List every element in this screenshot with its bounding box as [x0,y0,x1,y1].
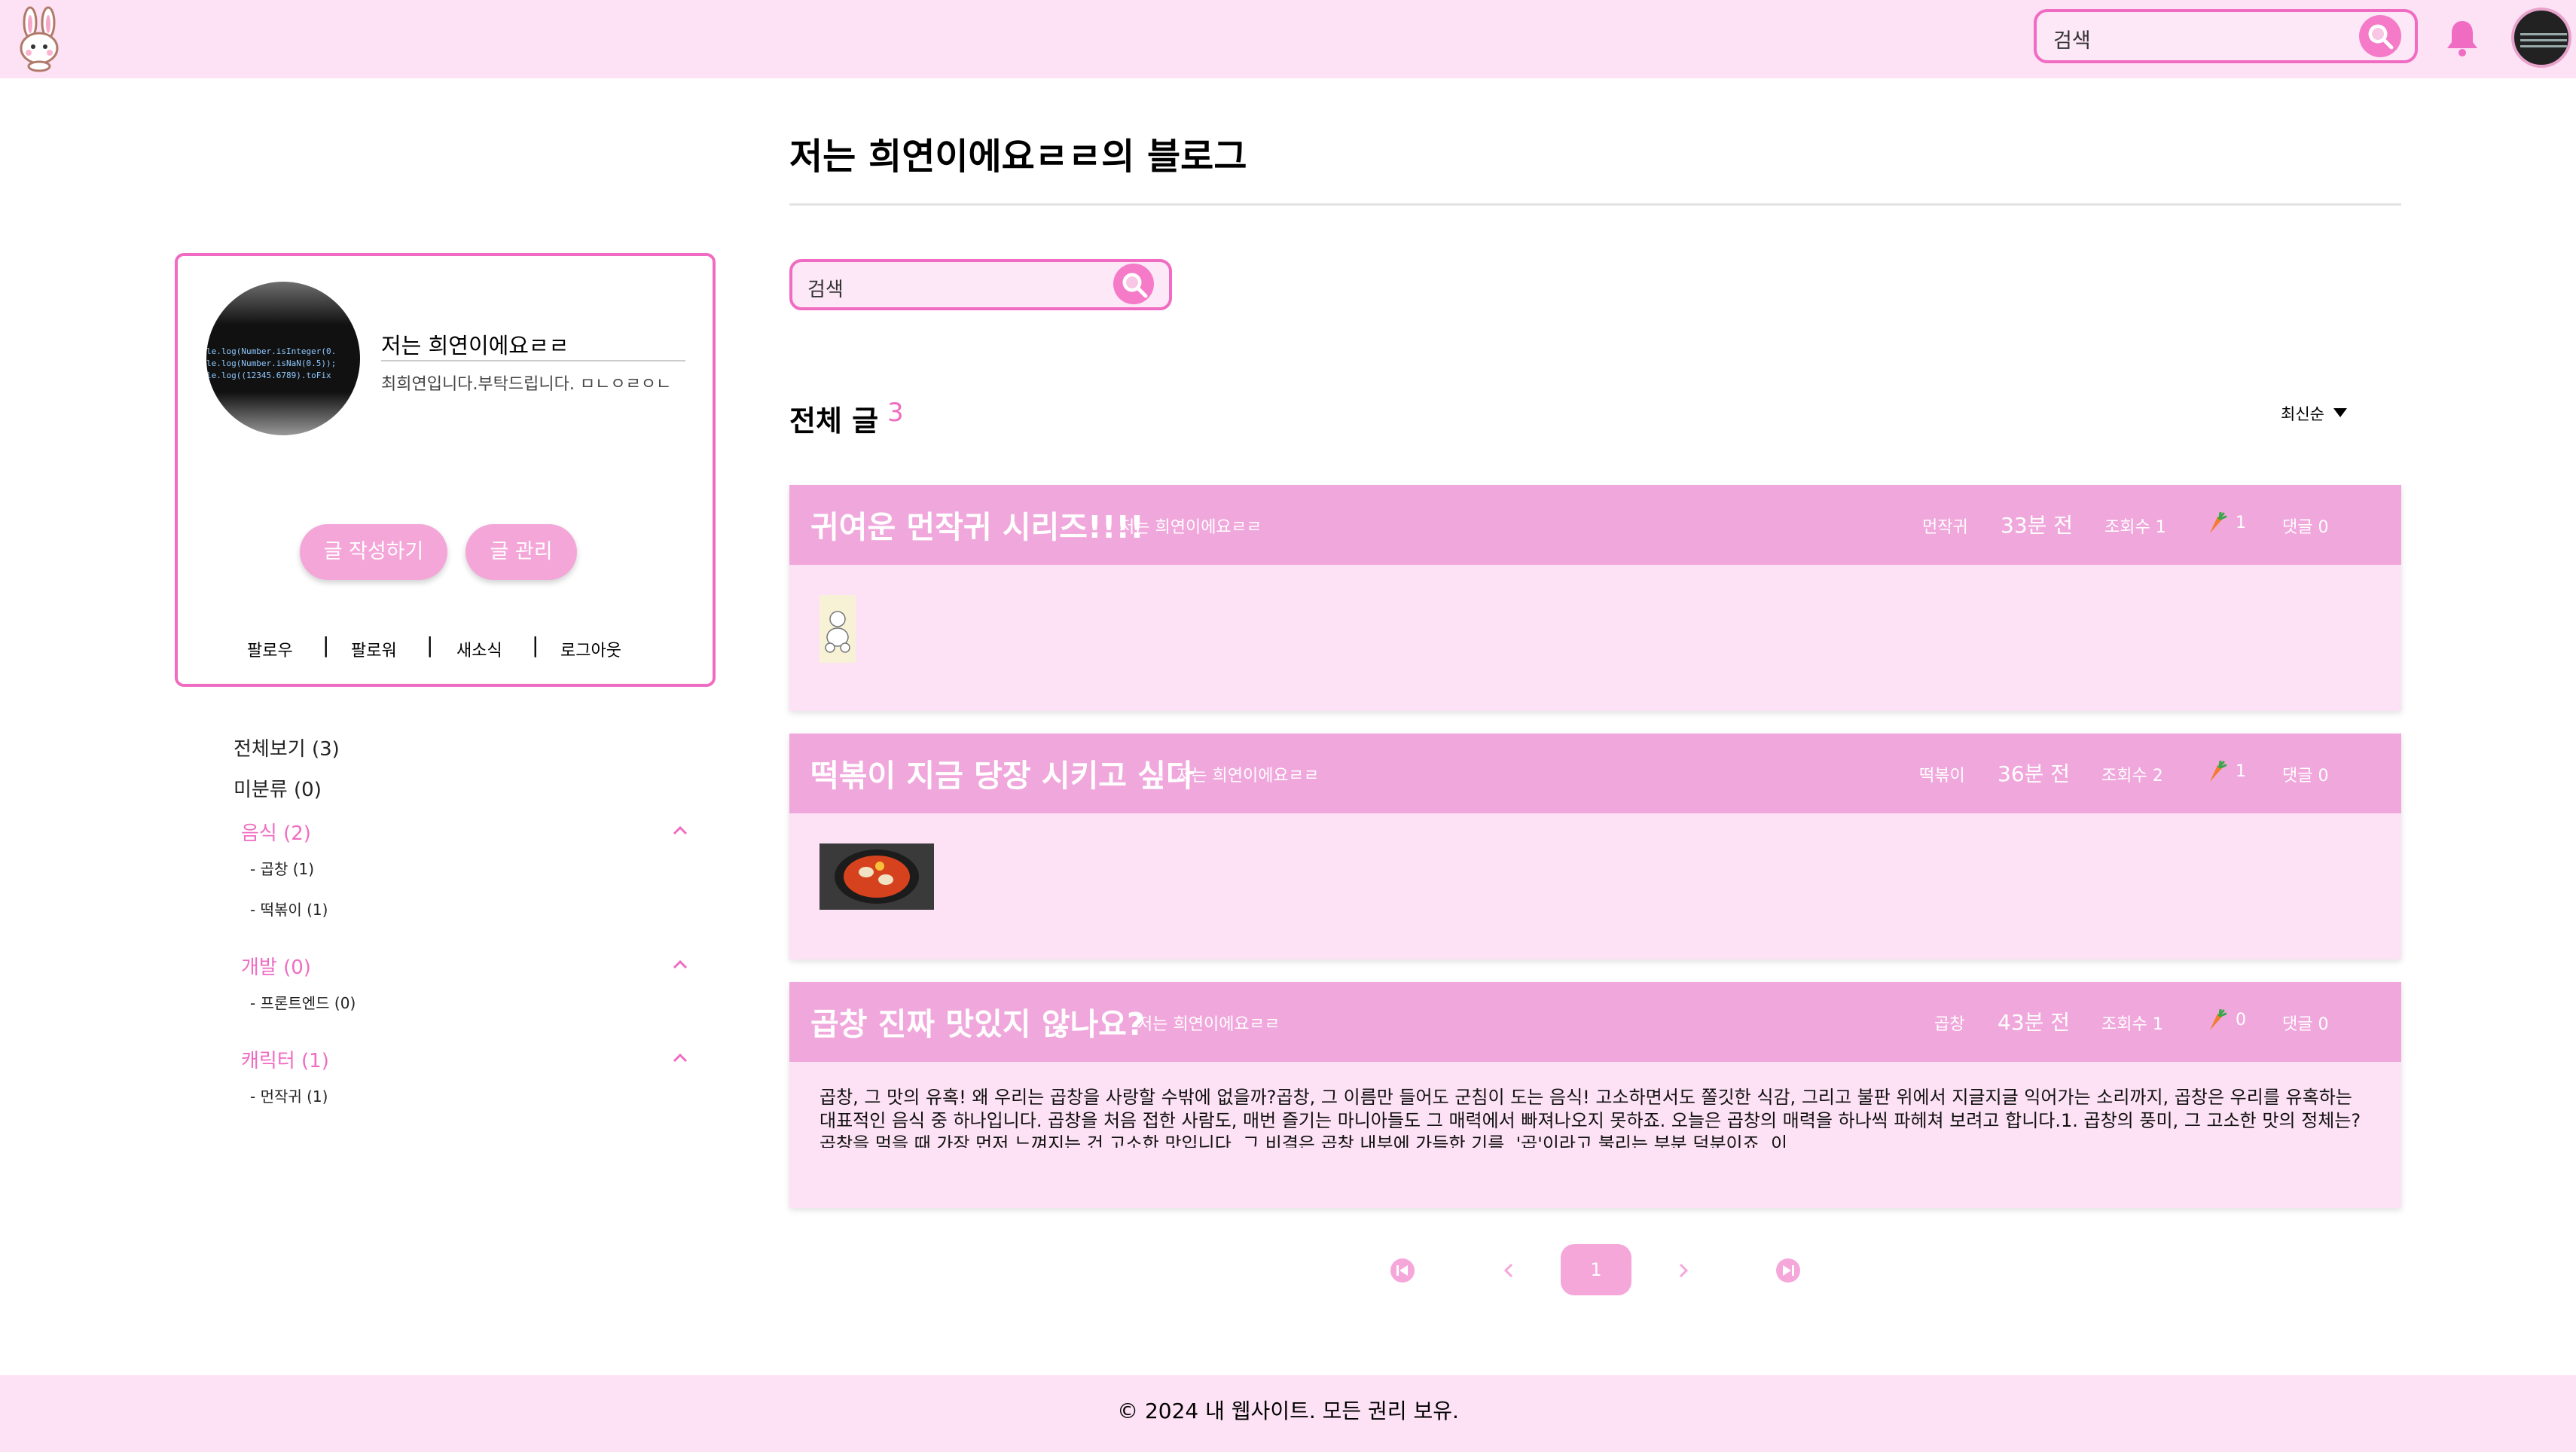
category-all[interactable]: 전체보기 (3) [233,734,340,761]
post-time: 33분 전 [2001,513,2074,538]
carrot-icon [2210,512,2227,533]
post-header: 떡볶이 지금 당장 시키고 싶다 저는 희연이에요ㄹㄹ 떡볶이 36분 전 조회… [789,734,2401,813]
header-search-input[interactable]: 검색 [2034,9,2418,63]
carrot-icon [2210,1009,2227,1030]
post-time: 43분 전 [1998,1010,2071,1035]
post-comments: 댓글 0 [2282,767,2329,785]
post-views: 조회수 1 [2101,1015,2163,1034]
subcategory-tteokbokki[interactable]: - 떡볶이 (1) [250,898,328,920]
header-search-button[interactable] [2359,15,2401,57]
profile-name: 저는 희연이에요ㄹㄹ [381,333,569,358]
post-views: 조회수 1 [2104,518,2166,537]
post-category: 먼작귀 [1922,518,1968,537]
subcategory-gopchang[interactable]: - 곱창 (1) [250,857,314,879]
post-title[interactable]: 귀여운 먼작귀 시리즈!!!! [810,502,1144,547]
follow-link[interactable]: 팔로우 [247,637,293,661]
post-thumbnail[interactable] [819,595,856,663]
post-count-badge: 3 [887,398,904,428]
write-post-button[interactable]: 글 작성하기 [300,524,447,580]
profile-avatar: le.log(Number.isInteger(0. le.log(Number… [206,282,360,435]
post-comments: 댓글 0 [2282,1015,2329,1034]
post-author: 저는 희연이에요ㄹㄹ [1119,518,1262,537]
profile-bio: 최희연입니다.부탁드립니다. ㅁㄴㅇㄹㅇㄴ [381,375,672,394]
search-icon [2368,24,2394,50]
post-time: 36분 전 [1998,761,2071,786]
post-excerpt: 곱창, 그 맛의 유혹! 왜 우리는 곱창을 사랑할 수밖에 없을까?곱창, 그… [819,1087,2361,1148]
category-dev[interactable]: 개발 (0) [241,952,311,980]
post-thumbnail[interactable] [819,843,934,910]
post-category: 곱창 [1934,1015,1965,1034]
post-header: 곱창 진짜 맛있지 않나요? 저는 희연이에요ㄹㄹ 곱창 43분 전 조회수 1… [789,982,2401,1062]
news-link[interactable]: 새소식 [456,637,502,661]
title-divider [789,203,2401,206]
first-page-icon[interactable] [1390,1258,1415,1283]
subcategory-frontend[interactable]: - 프론트엔드 (0) [250,991,356,1013]
avatar-code-line: le.log((12345.6789).toFix [206,371,331,380]
header-search-placeholder: 검색 [2053,29,2091,53]
link-separator: | [322,633,330,657]
footer-copyright: © 2024 내 웹사이트. 모든 권리 보유. [1117,1399,1459,1423]
post-card[interactable]: 귀여운 먼작귀 시리즈!!!! 저는 희연이에요ㄹㄹ 먼작귀 33분 전 조회수… [789,485,2401,711]
link-separator: | [426,633,434,657]
blog-search-button[interactable] [1113,264,1154,304]
post-card[interactable]: 곱창 진짜 맛있지 않나요? 저는 희연이에요ㄹㄹ 곱창 43분 전 조회수 1… [789,982,2401,1208]
all-posts-heading: 전체 글 [789,404,879,438]
prev-page-icon[interactable] [1496,1258,1521,1283]
blog-search-placeholder: 검색 [807,279,844,301]
category-character[interactable]: 캐릭터 (1) [241,1045,329,1073]
post-category: 떡볶이 [1919,767,1965,785]
post-header: 귀여운 먼작귀 시리즈!!!! 저는 희연이에요ㄹㄹ 먼작귀 33분 전 조회수… [789,485,2401,565]
page-number-button[interactable]: 1 [1561,1244,1631,1295]
subcategory-chiikawa[interactable]: - 먼작귀 (1) [250,1084,328,1106]
post-card[interactable]: 떡볶이 지금 당장 시키고 싶다 저는 희연이에요ㄹㄹ 떡볶이 36분 전 조회… [789,734,2401,959]
post-title[interactable]: 곱창 진짜 맛있지 않나요? [810,999,1145,1044]
blog-search-input[interactable]: 검색 [789,259,1172,310]
sort-dropdown[interactable]: 최신순 [2281,402,2324,425]
profile-links: 팔로우 | 팔로워 | 새소식 | 로그아웃 [178,633,713,667]
chevron-up-icon[interactable] [672,1053,688,1063]
blog-title: 저는 희연이에요ㄹㄹ의 블로그 [789,136,1247,178]
post-title[interactable]: 떡볶이 지금 당장 시키고 싶다 [810,750,1195,795]
manage-posts-button[interactable]: 글 관리 [465,524,577,580]
post-likes: 0 [2236,1011,2246,1030]
post-likes: 1 [2236,514,2246,532]
logout-link[interactable]: 로그아웃 [560,637,621,661]
avatar-code-line: le.log(Number.isInteger(0. [206,346,337,356]
bunny-logo-icon[interactable] [15,6,63,72]
profile-divider [381,360,685,361]
chevron-up-icon[interactable] [672,825,688,836]
avatar-code-line: le.log(Number.isNaN(0.5)); [206,358,337,368]
category-food[interactable]: 음식 (2) [241,818,311,846]
caret-down-icon[interactable] [2333,408,2347,417]
bell-icon[interactable] [2444,18,2480,57]
carrot-icon [2210,761,2227,782]
profile-card: le.log(Number.isInteger(0. le.log(Number… [175,253,716,687]
next-page-icon[interactable] [1671,1258,1696,1283]
chevron-up-icon[interactable] [672,959,688,970]
link-separator: | [532,633,539,657]
category-uncategorized[interactable]: 미분류 (0) [233,774,322,802]
followers-link[interactable]: 팔로워 [351,637,397,661]
search-icon [1122,273,1148,298]
last-page-icon[interactable] [1775,1258,1801,1283]
post-views: 조회수 2 [2101,767,2163,785]
top-navbar: 검색 [0,0,2576,78]
post-author: 저는 희연이에요ㄹㄹ [1137,1015,1280,1034]
post-author: 저는 희연이에요ㄹㄹ [1177,767,1320,785]
post-comments: 댓글 0 [2282,518,2329,537]
post-likes: 1 [2236,762,2246,781]
user-avatar[interactable] [2511,8,2571,68]
